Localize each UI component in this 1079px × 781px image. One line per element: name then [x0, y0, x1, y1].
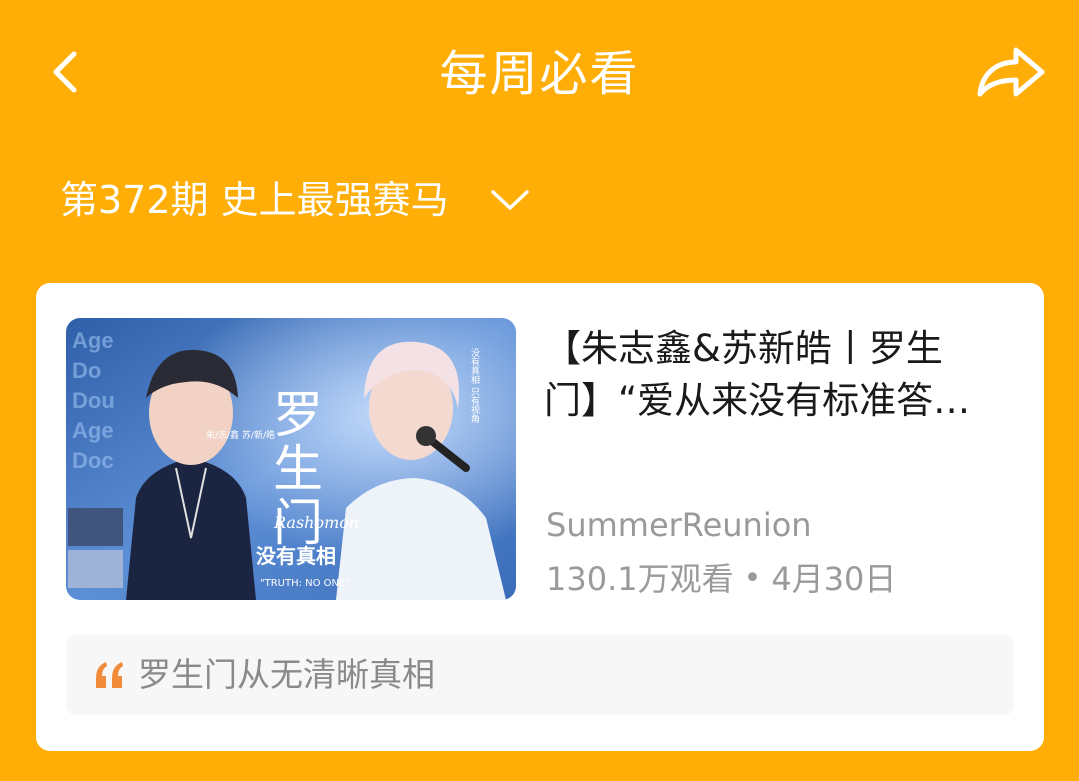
thumbnail-script: Rashomon [273, 513, 359, 532]
top-bar: 每周必看 [0, 0, 1079, 150]
video-card[interactable]: Age Do Dou Age Doc 罗生门 朱/志/鑫 苏/新/皓 Rasho… [36, 283, 1044, 751]
thumbnail-caption: "TRUTH: NO ONE" [260, 578, 350, 589]
thumbnail-subtitle: 没有真相 [256, 544, 336, 568]
thumbnail-names: 朱/志/鑫 苏/新/皓 [206, 429, 275, 441]
quote-text: 罗生门从无清晰真相 [138, 655, 435, 694]
svg-text:Age: Age [72, 418, 114, 443]
view-count: 130.1万观看 [546, 560, 734, 598]
video-author[interactable]: SummerReunion [546, 503, 812, 547]
thumbnail-side-text: 没有真相 只有视角 [469, 348, 480, 424]
video-title[interactable]: 【朱志鑫&苏新皓丨罗生门】“爱从来没有标准答… [544, 323, 1014, 427]
chevron-down-icon [490, 190, 529, 210]
video-meta: 130.1万观看 • 4月30日 [546, 557, 896, 601]
publish-date: 4月30日 [771, 560, 897, 598]
svg-text:Do: Do [72, 358, 101, 383]
quote-box: 罗生门从无清晰真相 [66, 635, 1014, 715]
share-arrow-icon [977, 47, 1045, 97]
issue-label: 第372期 史上最强赛马 [60, 178, 449, 222]
video-thumbnail[interactable]: Age Do Dou Age Doc 罗生门 朱/志/鑫 苏/新/皓 Rasho… [66, 318, 516, 600]
quote-mark-icon [96, 662, 123, 688]
thumbnail-image: Age Do Dou Age Doc 罗生门 朱/志/鑫 苏/新/皓 Rasho… [66, 318, 516, 600]
svg-text:Age: Age [72, 328, 114, 353]
svg-text:Dou: Dou [72, 388, 115, 413]
share-button[interactable] [970, 40, 1050, 104]
meta-separator: • [743, 561, 762, 596]
page-title: 每周必看 [439, 46, 640, 102]
issue-selector[interactable]: 第372期 史上最强赛马 [60, 170, 531, 230]
svg-text:Doc: Doc [72, 448, 114, 473]
